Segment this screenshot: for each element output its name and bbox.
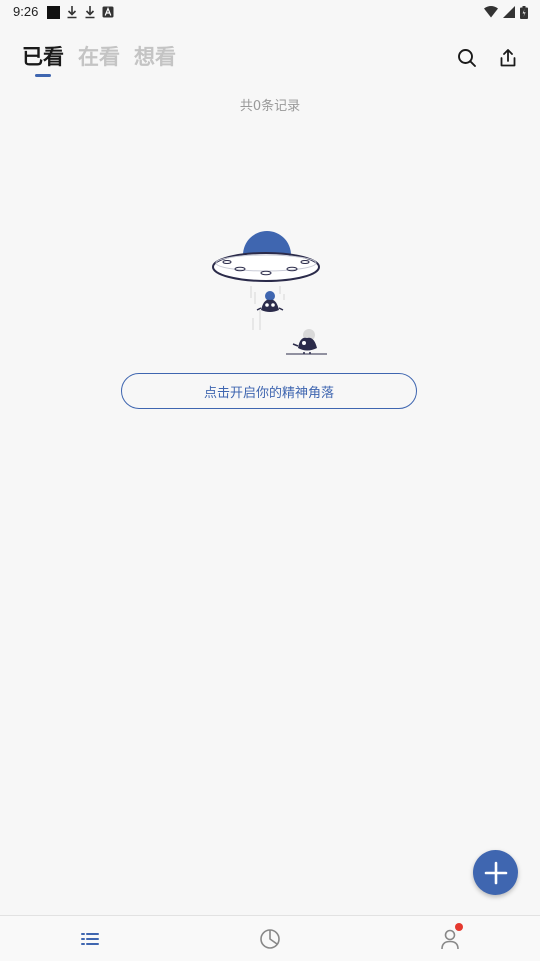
nav-item-list[interactable]: [0, 916, 180, 961]
search-icon: [458, 49, 476, 67]
download-icon: [85, 6, 95, 19]
empty-state-illustration: [200, 222, 340, 362]
nav-item-stats[interactable]: [180, 916, 360, 961]
tab-want-to-watch[interactable]: 想看: [134, 42, 176, 72]
notification-badge: [455, 923, 463, 931]
battery-charging-icon: [520, 5, 528, 19]
search-button[interactable]: [453, 44, 481, 72]
status-bar: 9:26: [0, 0, 540, 24]
wifi-icon: [484, 6, 498, 18]
square-notification-icon: [47, 5, 60, 19]
signal-icon: [503, 6, 515, 18]
pie-chart-icon: [260, 928, 280, 949]
share-icon: [500, 49, 516, 67]
record-count: 共0条记录: [239, 99, 301, 114]
notification-icons: [47, 4, 114, 20]
nav-item-profile[interactable]: [360, 916, 540, 961]
download-icon: [67, 6, 77, 19]
status-time: 9:26: [13, 4, 39, 19]
share-button[interactable]: [494, 44, 522, 72]
plus-icon: [484, 861, 507, 884]
start-button[interactable]: 点击开启你的精神角落: [121, 373, 417, 409]
a-box-icon: [102, 6, 114, 18]
bottom-nav: [0, 915, 540, 961]
tab-watching[interactable]: 在看: [78, 42, 120, 72]
ufo-illustration: [212, 231, 327, 355]
add-button[interactable]: [473, 850, 518, 895]
system-icons: [484, 4, 528, 20]
tab-indicator: [35, 74, 51, 77]
tab-watched[interactable]: 已看: [22, 42, 64, 72]
tab-bar: 已看 在看 想看: [22, 42, 176, 72]
list-icon: [81, 932, 99, 945]
